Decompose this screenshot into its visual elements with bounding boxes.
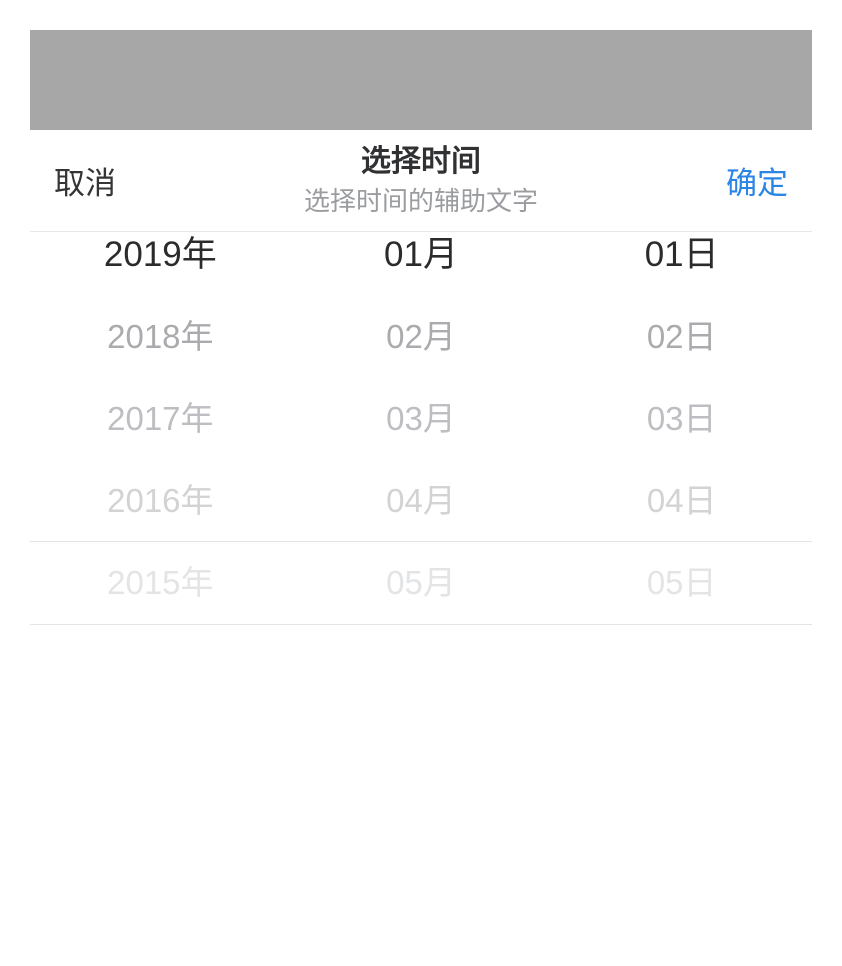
picker-columns: 2023年 2022年 2021年 2020年 2019年 2018年 2017…: [30, 232, 812, 936]
month-option[interactable]: 02月: [291, 296, 552, 378]
day-option[interactable]: 02日: [551, 296, 812, 378]
day-option[interactable]: 03日: [551, 378, 812, 460]
picker-title-wrap: 选择时间 选择时间的辅助文字: [150, 142, 692, 219]
screen-backdrop: 取消 选择时间 选择时间的辅助文字 确定 2023年 2022年 2021年 2…: [30, 30, 812, 936]
year-column[interactable]: 2023年 2022年 2021年 2020年 2019年 2018年 2017…: [30, 232, 291, 936]
month-option[interactable]: 05月: [291, 542, 552, 624]
month-option-selected[interactable]: 01月: [291, 232, 552, 296]
year-option[interactable]: 2016年: [30, 460, 291, 542]
day-column[interactable]: . . . . 01日 02日 03日 04日 05日: [551, 232, 812, 936]
year-option[interactable]: 2018年: [30, 296, 291, 378]
date-picker-sheet: 取消 选择时间 选择时间的辅助文字 确定 2023年 2022年 2021年 2…: [30, 130, 812, 936]
month-option[interactable]: 03月: [291, 378, 552, 460]
year-option-selected[interactable]: 2019年: [30, 232, 291, 296]
day-option[interactable]: 05日: [551, 542, 812, 624]
picker-subtitle: 选择时间的辅助文字: [150, 183, 692, 219]
year-option[interactable]: 2015年: [30, 542, 291, 624]
picker-title: 选择时间: [150, 142, 692, 181]
month-column[interactable]: . . . . 01月 02月 03月 04月 05月: [291, 232, 552, 936]
cancel-button[interactable]: 取消: [54, 158, 150, 203]
confirm-button[interactable]: 确定: [692, 158, 788, 203]
year-option[interactable]: 2017年: [30, 378, 291, 460]
month-option[interactable]: 04月: [291, 460, 552, 542]
day-option-selected[interactable]: 01日: [551, 232, 812, 296]
picker-toolbar: 取消 选择时间 选择时间的辅助文字 确定: [30, 130, 812, 232]
day-option[interactable]: 04日: [551, 460, 812, 542]
